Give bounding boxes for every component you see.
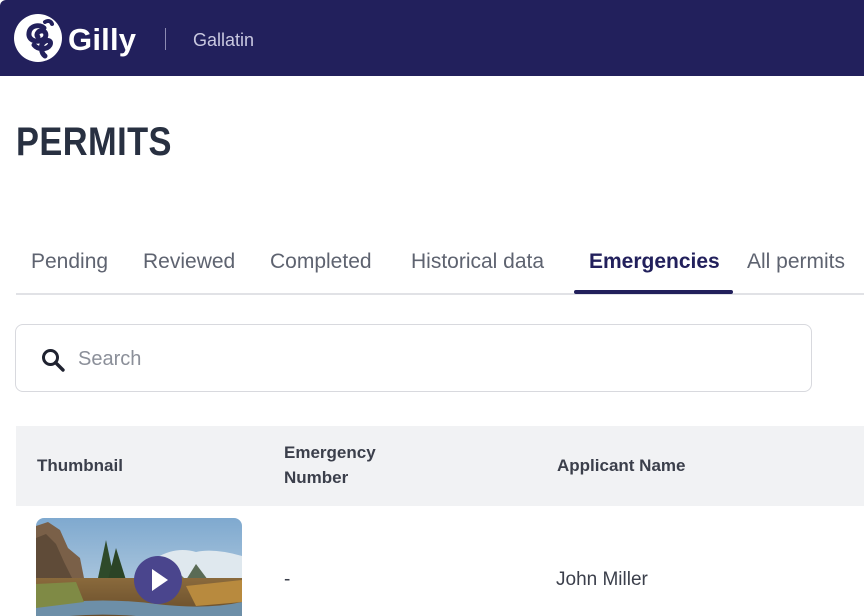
app-window: Gilly Gallatin PERMITS Pending Reviewed …: [0, 0, 864, 616]
play-button[interactable]: [134, 556, 182, 604]
tab-pending[interactable]: Pending: [31, 250, 108, 274]
table-header: Thumbnail Emergency Number Applicant Nam…: [16, 426, 864, 506]
active-tab-indicator: [574, 290, 733, 294]
header-divider: [165, 28, 166, 50]
tab-completed[interactable]: Completed: [270, 250, 372, 274]
tab-all-permits[interactable]: All permits: [747, 250, 845, 274]
video-thumbnail[interactable]: [36, 518, 242, 616]
tab-historical-data[interactable]: Historical data: [411, 250, 544, 274]
tab-reviewed[interactable]: Reviewed: [143, 250, 235, 274]
column-header-thumbnail[interactable]: Thumbnail: [37, 453, 123, 478]
search-input[interactable]: [76, 339, 780, 379]
organization-name: Gallatin: [193, 30, 255, 50]
search-box[interactable]: [15, 324, 812, 392]
permit-tabs: Pending Reviewed Completed Historical da…: [16, 244, 864, 296]
column-header-applicant-name[interactable]: Applicant Name: [557, 453, 685, 478]
tab-emergencies[interactable]: Emergencies: [589, 250, 720, 274]
search-icon: [42, 349, 65, 372]
tabs-divider: [16, 293, 864, 295]
emergency-number-cell: -: [284, 569, 291, 590]
top-bar: Gilly Gallatin: [0, 0, 864, 76]
gilly-logo-icon[interactable]: [14, 12, 64, 66]
brand-name[interactable]: Gilly: [68, 22, 136, 58]
play-icon: [152, 569, 168, 591]
applicant-name-cell[interactable]: John Miller: [556, 569, 648, 591]
page-title: PERMITS: [16, 120, 172, 164]
column-header-emergency-number[interactable]: Emergency Number: [284, 440, 424, 490]
table-row[interactable]: - John Miller: [16, 506, 864, 616]
